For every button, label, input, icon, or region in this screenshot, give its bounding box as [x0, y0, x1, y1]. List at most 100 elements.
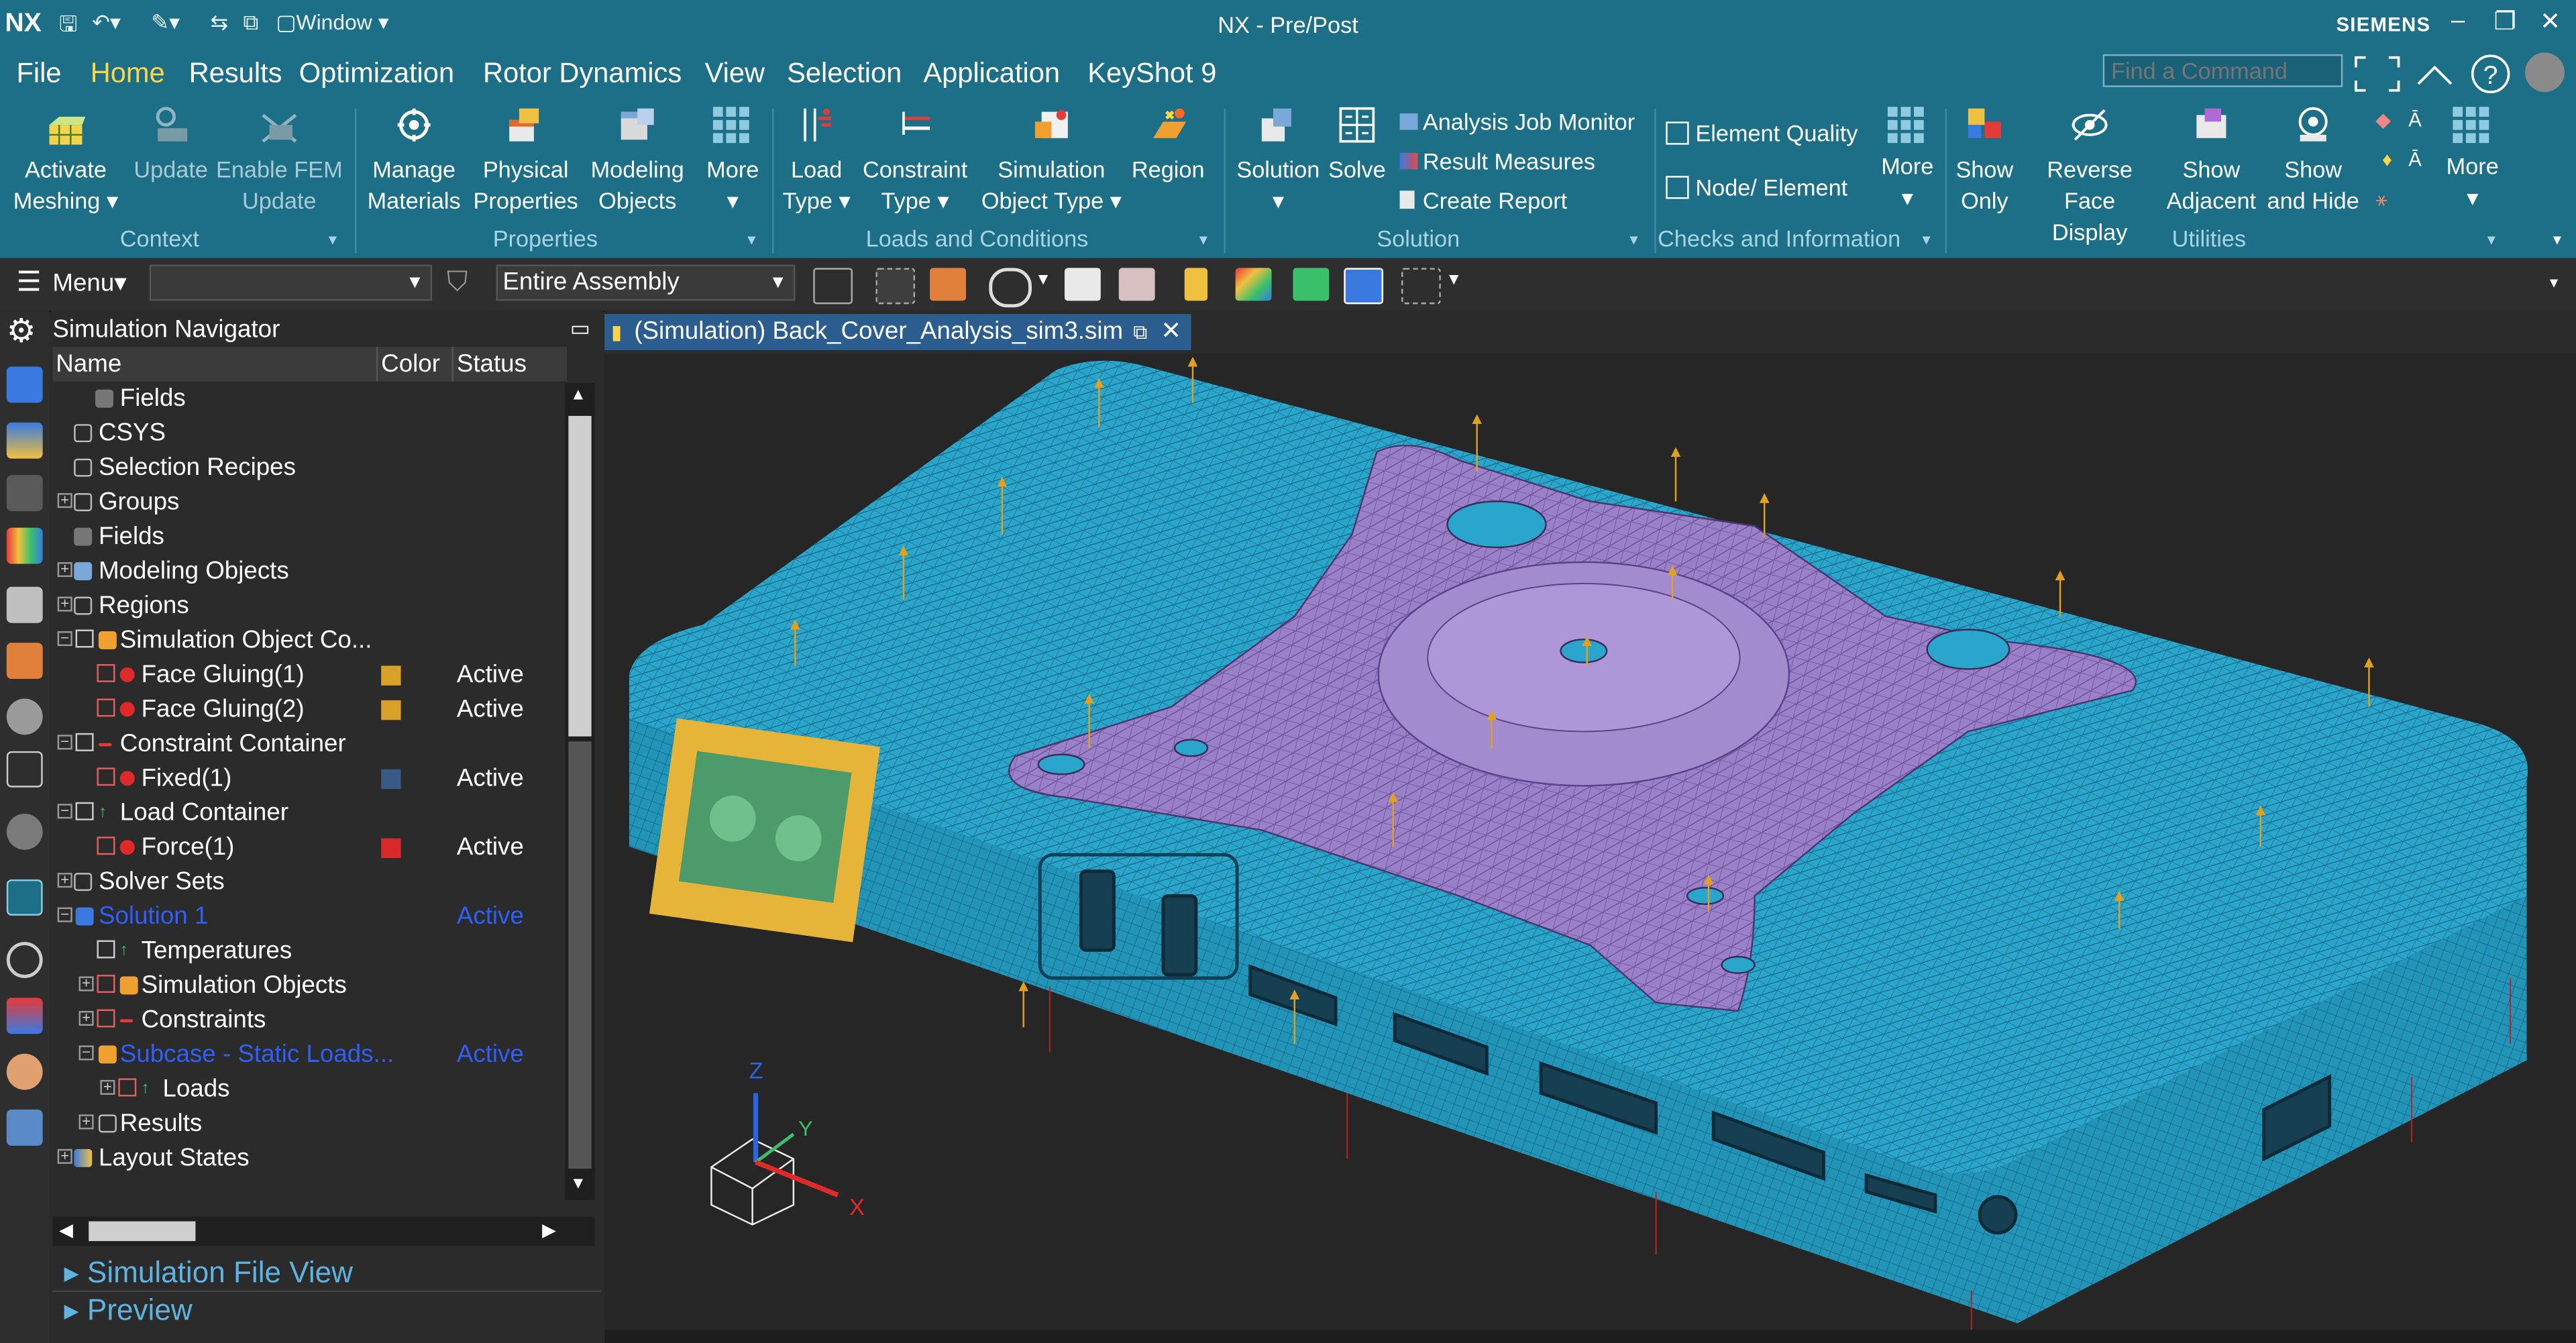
reuse-library-icon[interactable] [6, 586, 43, 623]
tree-item-simulation-object-container[interactable]: − Simulation Object Co... [52, 623, 561, 657]
reverse-face-display-button[interactable]: Reverse Face Display [2024, 154, 2155, 248]
find-command-input[interactable] [2102, 54, 2343, 87]
load-type-button[interactable]: Load Type ▾ [775, 154, 857, 217]
column-header-color[interactable]: Color [376, 347, 455, 382]
expand-icon[interactable]: + [57, 1148, 72, 1164]
visibility-checkbox[interactable] [75, 733, 94, 751]
visibility-checkbox[interactable] [75, 802, 94, 820]
detach-tab-icon[interactable]: ⧉ [1133, 321, 1147, 343]
checks-more-button[interactable]: More ▾ [1873, 151, 1942, 213]
analysis-job-monitor-button[interactable]: Analysis Job Monitor [1399, 109, 1635, 135]
assembly-navigator-icon[interactable] [6, 422, 43, 459]
annotation-icon[interactable]: Ā [2408, 109, 2422, 131]
tree-item-face-gluing-2[interactable]: Face Gluing(2) Active [52, 692, 561, 727]
activate-meshing-button[interactable]: Activate Meshing ▾ [8, 154, 123, 217]
user-icon[interactable] [6, 1053, 43, 1090]
tree-item-fields[interactable]: Fields [52, 519, 561, 553]
simulation-navigator-icon[interactable] [6, 879, 43, 916]
tree-item-modeling-objects[interactable]: + Modeling Objects [52, 554, 561, 588]
tree-item-results[interactable]: + Results [52, 1106, 561, 1140]
type-filter-dropdown[interactable]: ▼ [149, 264, 433, 301]
collapse-ribbon-icon[interactable] [2415, 58, 2455, 91]
tab-optimization[interactable]: Optimization [299, 58, 454, 91]
show-only-button[interactable]: Show Only [1949, 154, 2021, 217]
shaded-view-icon[interactable] [1064, 268, 1101, 301]
scroll-track[interactable] [568, 741, 592, 1169]
windows-icon[interactable] [1293, 268, 1330, 301]
tree-item-force-1[interactable]: Force(1) Active [52, 830, 561, 864]
csys-icon[interactable]: ⚹ [2375, 187, 2387, 212]
tree-item-solution-1[interactable]: − Solution 1 Active [52, 899, 561, 933]
physical-properties-button[interactable]: Physical Properties [468, 154, 583, 217]
update-button[interactable]: Update [128, 154, 213, 186]
expand-icon[interactable]: + [57, 561, 72, 578]
preview-panel[interactable]: ▸ Preview [64, 1293, 193, 1328]
tree-item-subcase[interactable]: − Subcase - Static Loads... Active [52, 1037, 561, 1071]
element-quality-button[interactable]: Element Quality [1666, 120, 1858, 146]
tab-rotor-dynamics[interactable]: Rotor Dynamics [483, 58, 682, 91]
help-icon[interactable]: ? [2469, 52, 2512, 95]
scroll-thumb[interactable] [89, 1221, 196, 1242]
scroll-up-icon[interactable]: ▲ [570, 386, 586, 405]
maximize-panel-icon[interactable]: ▭ [570, 315, 590, 341]
snap-cube-icon[interactable] [930, 268, 967, 301]
snap-point-icon[interactable] [875, 268, 916, 305]
context-group-dropdown[interactable]: ▾ [329, 232, 337, 250]
properties-group-dropdown[interactable]: ▾ [747, 232, 755, 250]
tree-item-load-container[interactable]: − ↑ Load Container [52, 796, 561, 830]
point-icon[interactable]: ◆ [2375, 109, 2391, 131]
toolbar-options-icon[interactable]: ▾ [2550, 274, 2558, 292]
collapse-icon[interactable]: − [57, 631, 72, 647]
visibility-checkbox[interactable] [75, 629, 94, 648]
scroll-left-icon[interactable]: ◀ [59, 1220, 73, 1241]
result-measures-button[interactable]: Result Measures [1399, 148, 1595, 174]
solve-button[interactable]: Solve [1324, 154, 1390, 186]
column-header-status[interactable]: Status [451, 347, 567, 382]
filter-options-icon[interactable] [813, 268, 853, 305]
expand-icon[interactable]: + [57, 872, 72, 888]
tree-item-constraints[interactable]: + Constraints [52, 1003, 561, 1037]
history-icon[interactable] [6, 942, 43, 978]
menu-button[interactable]: Menu▾ [52, 268, 126, 298]
tree-item-fields-sub[interactable]: Fields [52, 381, 561, 415]
solution-button[interactable]: Solution ▾ [1230, 154, 1326, 217]
tab-view[interactable]: View [705, 58, 765, 91]
tree-item-regions[interactable]: + Regions [52, 588, 561, 623]
tree-item-loads[interactable]: + ↑ Loads [52, 1072, 561, 1106]
visibility-checkbox[interactable] [97, 837, 115, 855]
constraint-type-button[interactable]: Constraint Type ▾ [857, 154, 972, 217]
expand-icon[interactable]: + [78, 975, 94, 991]
expand-icon[interactable]: + [78, 1010, 94, 1026]
tab-selection[interactable]: Selection [787, 58, 902, 91]
close-tab-icon[interactable]: ✕ [1161, 317, 1181, 345]
expand-icon[interactable]: + [100, 1079, 115, 1095]
column-header-name[interactable]: Name [52, 347, 380, 382]
user-avatar[interactable] [2525, 52, 2565, 93]
document-tab[interactable]: ▮ (Simulation) Back_Cover_Analysis_sim3.… [604, 314, 1191, 350]
navigator-horizontal-scrollbar[interactable]: ◀ ▶ [52, 1216, 595, 1246]
constraint-navigator-icon[interactable] [6, 475, 43, 512]
color-display-icon[interactable] [1235, 268, 1272, 301]
filter-icon[interactable]: ⛉ [447, 266, 468, 299]
expand-icon[interactable]: + [78, 1114, 94, 1130]
visibility-checkbox[interactable] [97, 663, 115, 682]
post-processing-icon[interactable] [6, 998, 43, 1034]
simulation-icon[interactable] [6, 643, 43, 680]
palette-icon[interactable] [6, 527, 43, 564]
chevron-down-icon[interactable]: ▼ [1446, 271, 1462, 289]
visibility-checkbox[interactable] [118, 1078, 137, 1097]
graphics-viewport[interactable]: Z Y X [604, 353, 2576, 1330]
gear-icon[interactable]: ⚙ [7, 314, 43, 350]
tree-item-face-gluing-1[interactable]: Face Gluing(1) Active [52, 657, 561, 692]
simulation-object-type-button[interactable]: Simulation Object Type ▾ [976, 154, 1127, 217]
scroll-right-icon[interactable]: ▶ [542, 1220, 556, 1241]
web-browser-icon[interactable] [6, 1110, 43, 1146]
simulation-file-view-panel[interactable]: ▸ Simulation File View [64, 1256, 354, 1290]
view-triad-icon[interactable] [1401, 268, 1441, 305]
collapse-icon[interactable]: − [57, 803, 72, 819]
visibility-checkbox[interactable] [97, 698, 115, 717]
tree-item-temperatures[interactable]: ↑ Temperatures [52, 934, 561, 968]
tree-item-constraint-container[interactable]: − Constraint Container [52, 727, 561, 761]
visibility-checkbox[interactable] [97, 1009, 115, 1028]
tree-item-simulation-objects[interactable]: + Simulation Objects [52, 968, 561, 1002]
